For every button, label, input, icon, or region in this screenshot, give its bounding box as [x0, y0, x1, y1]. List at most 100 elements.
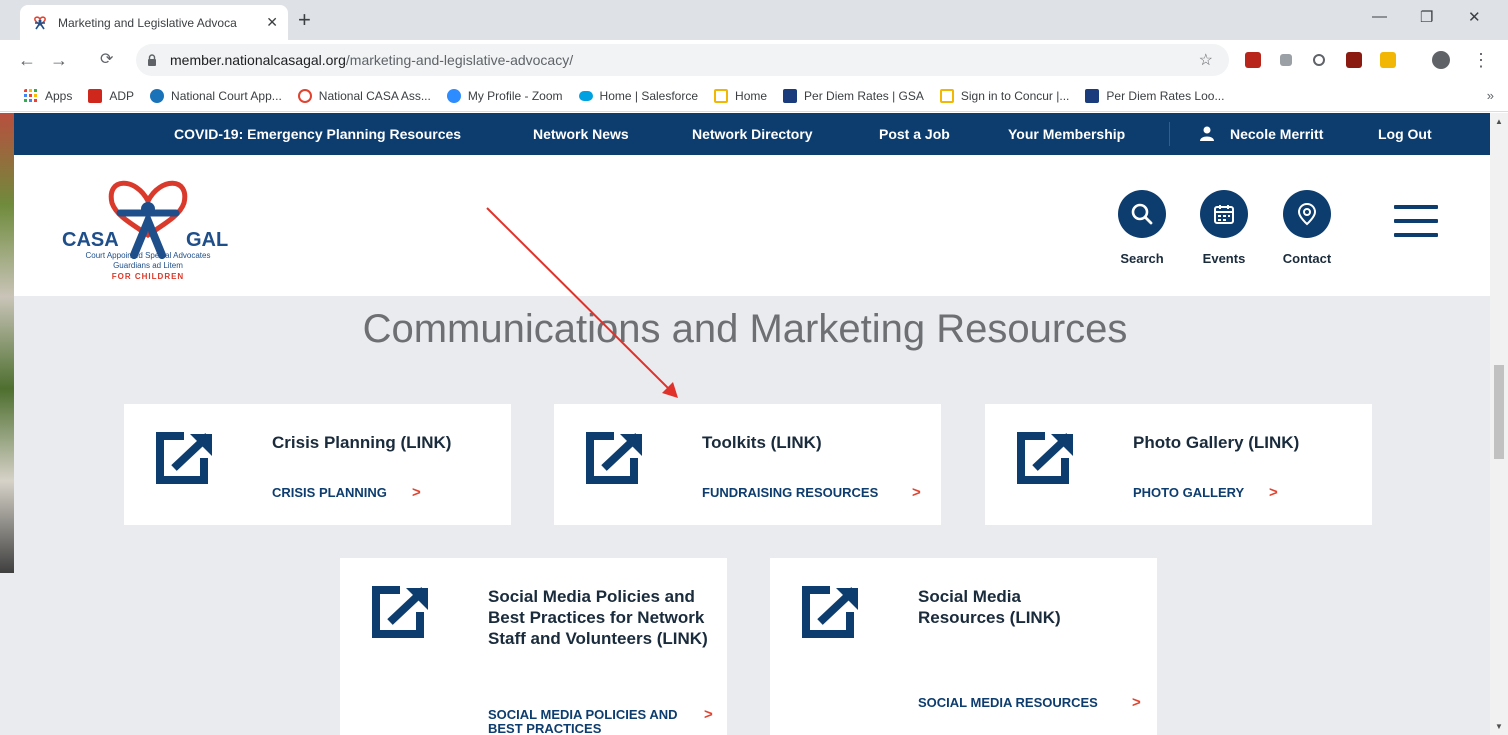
contact-button[interactable]: [1283, 190, 1331, 238]
scroll-down-arrow-icon[interactable]: ▼: [1495, 722, 1503, 731]
bookmarks-bar: Apps ADP National Court App... National …: [0, 80, 1508, 112]
chevron-right-icon[interactable]: >: [1132, 694, 1141, 711]
contact-label[interactable]: Contact: [1267, 251, 1347, 266]
scrollbar-thumb[interactable]: [1494, 365, 1504, 459]
concur-icon: [714, 88, 729, 103]
card-social-media-policies: Social Media Policies and Best Practices…: [340, 558, 727, 735]
external-link-icon: [372, 586, 428, 638]
close-window-icon[interactable]: ✕: [1468, 8, 1481, 26]
bookmark-apps[interactable]: Apps: [24, 88, 73, 103]
notes-extension-icon[interactable]: [1380, 52, 1396, 68]
card-title[interactable]: Crisis Planning (LINK): [272, 432, 451, 453]
casa-icon: [297, 88, 312, 103]
casa-gal-logo[interactable]: CASA GAL: [58, 169, 238, 289]
nav-covid-resources[interactable]: COVID-19: Emergency Planning Resources: [174, 126, 461, 142]
bookmark-adp[interactable]: ADP: [88, 88, 135, 103]
reload-icon[interactable]: ⟳: [100, 50, 113, 70]
card-social-media-resources: Social Media Resources (LINK) SOCIAL MED…: [770, 558, 1157, 735]
hamburger-bar: [1394, 205, 1438, 209]
chevron-right-icon[interactable]: >: [412, 484, 421, 501]
card-link-social-media-policies[interactable]: SOCIAL MEDIA POLICIES AND BEST PRACTICES: [488, 708, 688, 735]
bookmark-salesforce[interactable]: Home | Salesforce: [578, 89, 698, 103]
chevron-right-icon[interactable]: >: [912, 484, 921, 501]
bookmark-national-casa[interactable]: National CASA Ass...: [297, 88, 431, 103]
card-link-fundraising-resources[interactable]: FUNDRAISING RESOURCES: [702, 486, 878, 500]
bookmarks-overflow-icon[interactable]: »: [1487, 88, 1494, 103]
card-title[interactable]: Social Media Resources (LINK): [918, 586, 1088, 628]
external-link-icon: [1017, 432, 1073, 484]
forward-icon[interactable]: →: [50, 50, 68, 70]
chevron-right-icon[interactable]: >: [704, 706, 713, 723]
nav-post-a-job[interactable]: Post a Job: [879, 126, 950, 142]
search-label[interactable]: Search: [1102, 251, 1182, 266]
card-title[interactable]: Social Media Policies and Best Practices…: [488, 586, 708, 649]
hamburger-menu-icon[interactable]: [1394, 205, 1438, 247]
logo-tagline-1: Court Appointed Special Advocates: [85, 251, 211, 260]
card-crisis-planning: Crisis Planning (LINK) CRISIS PLANNING >: [124, 404, 511, 525]
card-title[interactable]: Toolkits (LINK): [702, 432, 822, 453]
logo-tagline-3: FOR CHILDREN: [111, 272, 185, 281]
events-button[interactable]: [1200, 190, 1248, 238]
card-link-social-media-resources[interactable]: SOCIAL MEDIA RESOURCES: [918, 696, 1098, 710]
back-icon[interactable]: ←: [18, 50, 36, 70]
scroll-up-arrow-icon[interactable]: ▲: [1495, 117, 1503, 126]
nav-network-directory[interactable]: Network Directory: [692, 126, 813, 142]
search-button[interactable]: [1118, 190, 1166, 238]
profile-avatar-icon[interactable]: [1432, 51, 1450, 69]
national-court-icon: [150, 88, 165, 103]
circle-extension-icon[interactable]: [1313, 54, 1325, 66]
bookmark-label: ADP: [109, 88, 135, 103]
gsa-icon: [1085, 88, 1100, 103]
lock-icon: [148, 54, 156, 66]
bookmark-concur-signin[interactable]: Sign in to Concur |...: [939, 88, 1070, 103]
pdf-extension-icon[interactable]: [1245, 52, 1261, 68]
new-tab-icon[interactable]: +: [298, 8, 311, 32]
nav-user-name[interactable]: Necole Merritt: [1230, 126, 1323, 142]
menu-kebab-icon[interactable]: ⋮: [1472, 50, 1490, 70]
page-scrollbar[interactable]: ▲ ▼: [1490, 113, 1508, 735]
card-photo-gallery: Photo Gallery (LINK) PHOTO GALLERY >: [985, 404, 1372, 525]
card-title[interactable]: Photo Gallery (LINK): [1133, 432, 1299, 453]
bookmark-national-court[interactable]: National Court App...: [150, 88, 282, 103]
cast-extension-icon[interactable]: [1280, 54, 1292, 66]
chevron-right-icon[interactable]: >: [1269, 484, 1278, 501]
ytf-extension-icon[interactable]: [1346, 52, 1362, 68]
apps-grid-icon: [24, 88, 37, 102]
nav-your-membership[interactable]: Your Membership: [1008, 126, 1125, 142]
address-bar[interactable]: member.nationalcasagal.org/marketing-and…: [136, 44, 1229, 76]
casa-favicon-icon: [34, 15, 46, 29]
bookmark-star-icon[interactable]: ☆: [1199, 50, 1213, 70]
bookmark-label: Sign in to Concur |...: [960, 88, 1070, 103]
gsa-icon: [783, 88, 798, 103]
map-pin-icon: [1297, 202, 1317, 226]
nav-network-news[interactable]: Network News: [533, 126, 629, 142]
svg-text:CASA: CASA: [62, 229, 119, 251]
card-link-photo-gallery[interactable]: PHOTO GALLERY: [1133, 486, 1244, 500]
bookmark-per-diem-lookup[interactable]: Per Diem Rates Loo...: [1085, 88, 1225, 103]
bookmark-label: My Profile - Zoom: [467, 88, 563, 103]
nav-log-out[interactable]: Log Out: [1378, 126, 1432, 142]
url-domain: member.nationalcasagal.org: [170, 52, 346, 68]
bookmark-label: Per Diem Rates Loo...: [1106, 88, 1225, 103]
tab-title: Marketing and Legislative Advoca: [58, 15, 237, 30]
search-icon: [1131, 203, 1153, 225]
external-link-icon: [156, 432, 212, 484]
restore-icon[interactable]: ❐: [1420, 8, 1433, 26]
page-viewport: COVID-19: Emergency Planning Resources N…: [0, 113, 1490, 735]
salesforce-cloud-icon: [578, 90, 593, 101]
adp-icon: [88, 88, 103, 103]
minimize-icon[interactable]: —: [1372, 8, 1387, 25]
card-link-crisis-planning[interactable]: CRISIS PLANNING: [272, 486, 387, 500]
top-navigation: COVID-19: Emergency Planning Resources N…: [14, 113, 1490, 155]
bookmark-zoom[interactable]: My Profile - Zoom: [446, 88, 563, 103]
tab-close-icon[interactable]: ✕: [266, 14, 278, 31]
external-link-icon: [802, 586, 858, 638]
url-text: member.nationalcasagal.org/marketing-and…: [170, 52, 573, 68]
logo-tagline-2: Guardians ad Litem: [113, 261, 183, 270]
bookmark-label: Apps: [45, 88, 73, 103]
site-header: CASA GAL Court Appointed Special Advocat…: [14, 155, 1490, 296]
browser-tab[interactable]: Marketing and Legislative Advoca ✕: [20, 5, 288, 40]
bookmark-gsa-per-diem[interactable]: Per Diem Rates | GSA: [783, 88, 924, 103]
bookmark-home[interactable]: Home: [714, 88, 767, 103]
events-label[interactable]: Events: [1184, 251, 1264, 266]
